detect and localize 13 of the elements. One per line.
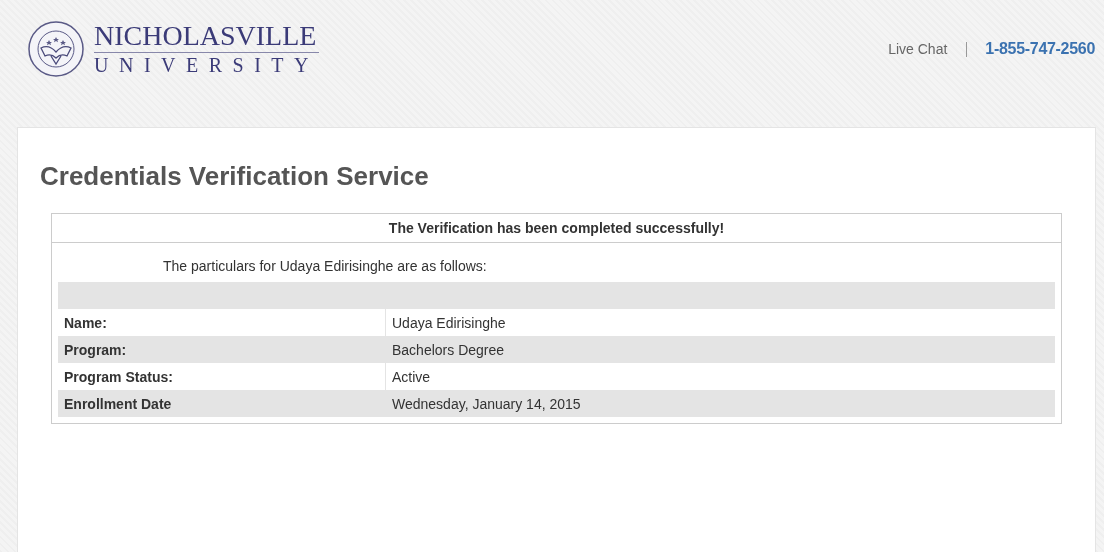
field-label: Enrollment Date [58,390,386,417]
intro-text: The particulars for Udaya Edirisinghe are as follows: [163,258,487,274]
university-name: NICHOLASVILLE [94,21,319,53]
phone-link[interactable]: 1-855-747-2560 [985,40,1095,58]
live-chat-link[interactable]: Live Chat [888,41,948,57]
field-value: Wednesday, January 14, 2015 [391,394,582,414]
page-title: Credentials Verification Service [40,161,430,192]
status-message: The Verification has been completed successfully! [52,214,1061,243]
university-subtitle: UNIVERSITY [94,53,319,77]
seal-icon [27,20,85,78]
field-value: Udaya Edirisinghe [391,313,507,333]
field-value: Bachelors Degree [391,340,506,360]
field-value: Active [391,367,432,387]
